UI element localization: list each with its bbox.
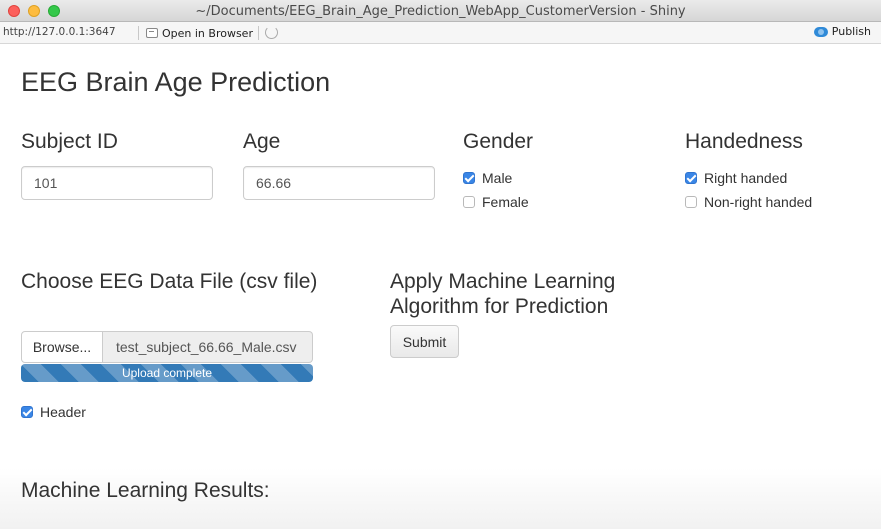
submit-section-title: Apply Machine Learning Algorithm for Pre… — [390, 270, 616, 318]
age-label: Age — [243, 130, 281, 153]
upload-progress-label: Upload complete — [121, 366, 213, 380]
gender-male-option[interactable]: Male — [463, 170, 512, 186]
gender-female-option[interactable]: Female — [463, 194, 529, 210]
publish-button[interactable]: Publish — [813, 25, 871, 38]
url-label: http://127.0.0.1:3647 — [3, 26, 116, 38]
publish-icon — [813, 26, 828, 37]
submit-button[interactable]: Submit — [390, 325, 459, 358]
window-title-bar: ~/Documents/EEG_Brain_Age_Prediction_Web… — [0, 0, 881, 22]
subject-id-label: Subject ID — [21, 130, 118, 153]
handedness-nonright-label: Non-right handed — [704, 194, 813, 210]
header-option[interactable]: Header — [21, 404, 86, 420]
handedness-nonright-option[interactable]: Non-right handed — [685, 194, 812, 210]
handedness-right-checkbox[interactable] — [685, 172, 697, 184]
window-title: ~/Documents/EEG_Brain_Age_Prediction_Web… — [195, 4, 686, 19]
gender-male-checkbox[interactable] — [463, 172, 475, 184]
subject-id-input[interactable] — [21, 166, 213, 200]
header-checkbox[interactable] — [21, 406, 33, 418]
open-in-browser-icon — [146, 28, 158, 38]
handedness-right-label: Right handed — [704, 170, 788, 186]
open-in-browser-label: Open in Browser — [162, 26, 253, 40]
results-title: Machine Learning Results: — [21, 479, 270, 502]
age-input[interactable] — [243, 166, 435, 200]
toolbar-divider — [138, 26, 139, 40]
page-title: EEG Brain Age Prediction — [21, 67, 331, 97]
file-upload-group: Browse... test_subject_66.66_Male.csv — [21, 331, 313, 363]
open-in-browser-button[interactable]: Open in Browser — [146, 25, 253, 41]
gender-female-label: Female — [482, 194, 529, 210]
handedness-label: Handedness — [685, 130, 803, 153]
viewer-toolbar: http://127.0.0.1:3647 Open in Browser Pu… — [0, 22, 881, 44]
handedness-right-option[interactable]: Right handed — [685, 170, 787, 186]
browse-button[interactable]: Browse... — [21, 331, 103, 363]
upload-progress-bar: Upload complete — [21, 364, 313, 382]
file-name-field: test_subject_66.66_Male.csv — [103, 331, 313, 363]
file-upload-title: Choose EEG Data File (csv file) — [21, 270, 318, 293]
publish-label: Publish — [831, 25, 871, 38]
gender-label: Gender — [463, 130, 534, 153]
header-label: Header — [40, 404, 86, 420]
gender-male-label: Male — [482, 170, 513, 186]
refresh-icon[interactable] — [265, 26, 278, 39]
gender-female-checkbox[interactable] — [463, 196, 475, 208]
handedness-nonright-checkbox[interactable] — [685, 196, 697, 208]
toolbar-divider — [258, 26, 259, 40]
